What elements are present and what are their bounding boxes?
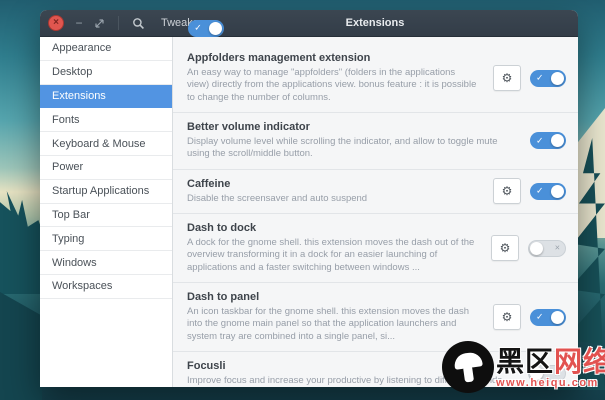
wallpaper-foreground — [0, 292, 42, 400]
sidebar-item-label: Typing — [52, 233, 84, 245]
titlebar: × − Tweaks Extensions ✓ — [40, 10, 578, 37]
extension-toggle[interactable]: ✓ — [530, 132, 566, 149]
search-button[interactable] — [129, 17, 147, 30]
extension-text: Appfolders management extension An easy … — [187, 52, 493, 104]
extension-controls: ✓ — [530, 132, 566, 149]
mushroom-logo-icon — [442, 341, 494, 393]
extension-toggle[interactable]: ✓ — [530, 309, 566, 326]
extension-text: Dash to panel An icon taskbar for the gn… — [187, 291, 493, 343]
extensions-list: Appfolders management extension An easy … — [173, 37, 578, 387]
gear-icon: ⚙ — [502, 184, 513, 198]
settings-button[interactable]: ⚙ — [493, 65, 521, 91]
close-button[interactable]: × — [48, 15, 64, 31]
sidebar-item-label: Fonts — [52, 114, 80, 126]
settings-button[interactable]: ⚙ — [491, 235, 519, 261]
sidebar-item-typing[interactable]: Typing — [40, 227, 172, 251]
extension-row: Caffeine Disable the screensaver and aut… — [173, 170, 578, 214]
extension-row: Dash to dock A dock for the gnome shell.… — [173, 214, 578, 283]
extension-title: Dash to panel — [187, 291, 479, 303]
watermark-title: 黑区网络 — [496, 346, 605, 377]
extension-title: Dash to dock — [187, 222, 477, 234]
sidebar-item-label: Desktop — [52, 66, 92, 78]
gear-icon: ⚙ — [502, 71, 513, 85]
extension-toggle[interactable]: ✓ — [530, 183, 566, 200]
extension-description: An icon taskbar for the gnome shell. thi… — [187, 306, 479, 343]
toggle-state-icon: ✓ — [536, 187, 544, 196]
sidebar-item-appearance[interactable]: Appearance — [40, 37, 172, 61]
extension-title: Appfolders management extension — [187, 52, 479, 64]
sidebar: Appearance Desktop Extensions Fonts Keyb… — [40, 37, 173, 387]
sidebar-item-power[interactable]: Power — [40, 156, 172, 180]
extension-text: Better volume indicator Display volume l… — [187, 121, 530, 161]
extension-row: Better volume indicator Display volume l… — [173, 113, 578, 170]
settings-button[interactable]: ⚙ — [493, 304, 521, 330]
watermark: 黑区网络 www.heiqu.com — [442, 341, 605, 393]
settings-button[interactable]: ⚙ — [493, 178, 521, 204]
extension-row: Appfolders management extension An easy … — [173, 37, 578, 113]
search-icon — [132, 17, 145, 30]
extension-description: An easy way to manage "appfolders" (fold… — [187, 67, 479, 104]
extension-controls: ⚙ ✓ — [493, 304, 566, 330]
toggle-knob — [551, 72, 564, 85]
mushroom-stem — [463, 365, 474, 382]
extensions-master-toggle[interactable]: ✓ — [188, 20, 224, 37]
toggle-knob — [209, 22, 222, 35]
extension-controls: ⚙ ✓ — [493, 65, 566, 91]
toggle-state-icon: ✓ — [536, 136, 544, 145]
sidebar-item-top-bar[interactable]: Top Bar — [40, 204, 172, 228]
gear-icon: ⚙ — [502, 310, 513, 324]
sidebar-item-label: Appearance — [52, 42, 111, 54]
sidebar-item-workspaces[interactable]: Workspaces — [40, 275, 172, 299]
sidebar-item-label: Keyboard & Mouse — [52, 138, 146, 150]
maximize-icon — [94, 18, 105, 29]
watermark-title-red: 网络 — [554, 346, 605, 377]
minimize-button[interactable]: − — [72, 16, 86, 30]
sidebar-item-label: Startup Applications — [52, 185, 149, 197]
window-body: Appearance Desktop Extensions Fonts Keyb… — [40, 37, 578, 387]
watermark-title-black: 黑区 — [496, 346, 554, 377]
extension-title: Better volume indicator — [187, 121, 516, 133]
tweaks-window: × − Tweaks Extensions ✓ Appearance Deskt… — [40, 10, 578, 387]
titlebar-separator — [118, 16, 119, 30]
sidebar-item-windows[interactable]: Windows — [40, 251, 172, 275]
sidebar-item-fonts[interactable]: Fonts — [40, 108, 172, 132]
toggle-state-icon: × — [555, 244, 560, 253]
maximize-button[interactable] — [92, 18, 106, 29]
extension-title: Caffeine — [187, 178, 479, 190]
extension-text: Caffeine Disable the screensaver and aut… — [187, 178, 493, 205]
toggle-knob — [551, 185, 564, 198]
sidebar-item-keyboard-mouse[interactable]: Keyboard & Mouse — [40, 132, 172, 156]
sidebar-item-startup-applications[interactable]: Startup Applications — [40, 180, 172, 204]
gear-icon: ⚙ — [500, 241, 511, 255]
extension-toggle[interactable]: × — [528, 240, 566, 257]
sidebar-item-extensions[interactable]: Extensions — [40, 85, 172, 109]
sidebar-item-label: Extensions — [52, 90, 106, 102]
extension-description: Disable the screensaver and auto suspend — [187, 193, 479, 205]
sidebar-item-label: Windows — [52, 257, 97, 269]
watermark-text: 黑区网络 www.heiqu.com — [496, 348, 605, 389]
toggle-state-icon: ✓ — [536, 313, 544, 322]
toggle-knob — [530, 242, 543, 255]
toggle-knob — [551, 311, 564, 324]
extension-description: A dock for the gnome shell. this extensi… — [187, 237, 477, 274]
toggle-knob — [551, 134, 564, 147]
extension-description: Display volume level while scrolling the… — [187, 136, 516, 161]
sidebar-item-desktop[interactable]: Desktop — [40, 61, 172, 85]
sidebar-item-label: Workspaces — [52, 280, 112, 292]
watermark-url: www.heiqu.com — [496, 377, 605, 389]
extension-toggle[interactable]: ✓ — [530, 70, 566, 87]
toggle-state-icon: ✓ — [536, 74, 544, 83]
check-icon: ✓ — [194, 24, 202, 33]
sidebar-item-label: Power — [52, 161, 83, 173]
extension-text: Dash to dock A dock for the gnome shell.… — [187, 222, 491, 274]
extension-controls: ⚙ × — [491, 235, 566, 261]
page-title: Extensions — [172, 17, 578, 29]
extension-controls: ⚙ ✓ — [493, 178, 566, 204]
sidebar-item-label: Top Bar — [52, 209, 90, 221]
